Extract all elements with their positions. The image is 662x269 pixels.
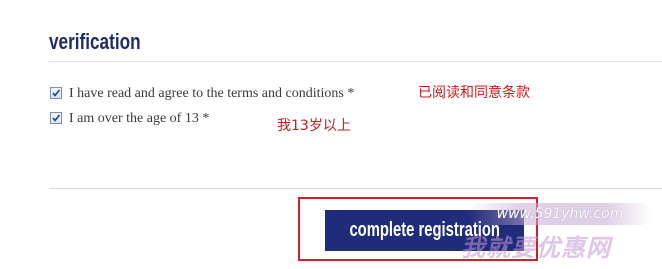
age-checkbox[interactable]	[50, 112, 62, 124]
age-checkbox-row: I am over the age of 13 *	[50, 110, 209, 126]
section-title: verification	[49, 29, 141, 54]
age-annotation: 我13岁以上	[277, 118, 351, 134]
terms-checkbox-label[interactable]: I have read and agree to the terms and c…	[69, 86, 354, 102]
checkmark-icon	[52, 89, 61, 97]
watermark-url: www.591yhw.com	[468, 203, 652, 225]
checkmark-icon	[52, 114, 61, 122]
section-divider	[49, 188, 662, 189]
registration-page: verification I have read and agree to th…	[0, 0, 662, 269]
age-checkbox-label[interactable]: I am over the age of 13 *	[69, 111, 209, 127]
title-divider	[49, 61, 662, 62]
watermark-text: 我就要优惠网	[461, 234, 611, 262]
terms-checkbox-row: I have read and agree to the terms and c…	[50, 85, 354, 101]
terms-annotation: 已阅读和同意条款	[418, 85, 530, 101]
terms-checkbox[interactable]	[50, 87, 62, 99]
